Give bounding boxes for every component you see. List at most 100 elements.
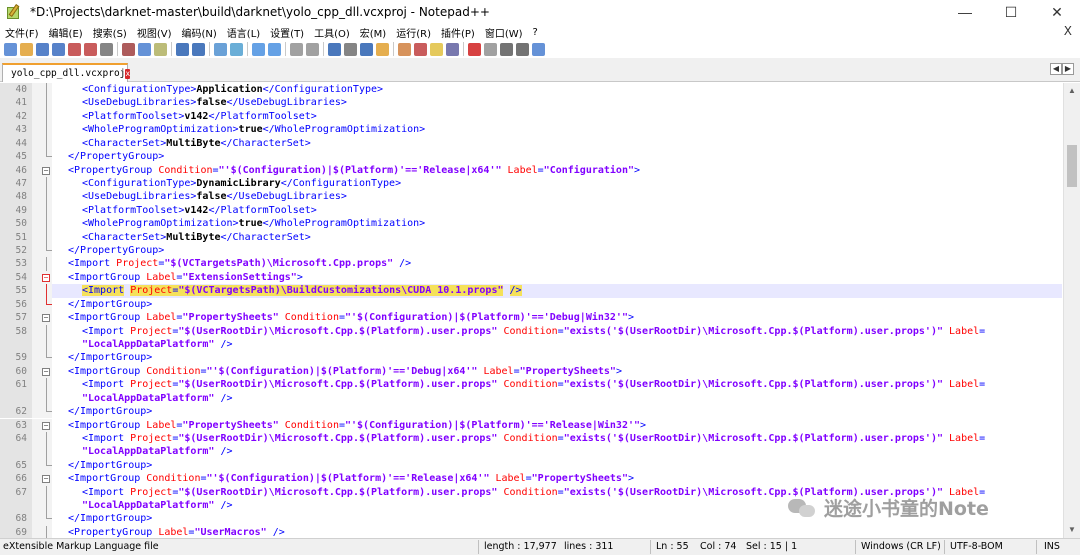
fold-margin[interactable] (32, 150, 52, 164)
fold-margin[interactable] (32, 525, 52, 538)
run-macro-icon[interactable] (516, 42, 529, 56)
fold-collapse-icon[interactable]: − (42, 367, 50, 376)
save-macro-icon[interactable] (532, 42, 545, 56)
new-file-icon[interactable] (4, 42, 17, 56)
code-line[interactable]: "LocalAppDataPlatform" /> (0, 391, 1062, 406)
fold-margin[interactable] (32, 190, 52, 204)
menu-settings[interactable]: 设置(T) (265, 25, 309, 40)
save-icon[interactable] (36, 42, 49, 56)
menu-encoding[interactable]: 编码(N) (177, 25, 222, 40)
menu-plugins[interactable]: 插件(P) (436, 25, 480, 40)
code-line[interactable]: 59 </ImportGroup> (0, 351, 1062, 365)
code-line[interactable]: 66 − <ImportGroup Condition="'$(Configurat… (0, 472, 1062, 486)
fold-margin[interactable] (32, 176, 52, 191)
code-line[interactable]: 45 </PropertyGroup> (0, 150, 1062, 164)
close-icon[interactable] (68, 42, 81, 56)
tab-yolo-cpp-dll-vcxproj[interactable]: yolo_cpp_dll.vcxproj x (2, 63, 131, 82)
code-line[interactable]: 63 − <ImportGroup Label="PropertySheets" C… (0, 418, 1062, 432)
fold-margin[interactable] (32, 83, 52, 97)
code-editor[interactable]: 40 <ConfigurationType>Application</Config… (0, 83, 1080, 538)
menu-tools[interactable]: 工具(O) (309, 25, 355, 40)
code-line[interactable]: 43 <WholeProgramOptimization>true</WholeP… (0, 123, 1062, 137)
menu-search[interactable]: 搜索(S) (88, 25, 132, 40)
find-icon[interactable] (214, 42, 227, 56)
menu-help[interactable]: ? (528, 27, 543, 38)
play-macro-icon[interactable] (500, 42, 513, 56)
fold-margin[interactable] (32, 337, 52, 352)
copy-icon[interactable] (138, 42, 151, 56)
stop-macro-icon[interactable] (484, 42, 497, 56)
fold-margin[interactable] (32, 109, 52, 124)
code-line[interactable]: 50 <WholeProgramOptimization>true</WholeP… (0, 217, 1062, 231)
fold-margin[interactable] (32, 203, 52, 218)
close-window-button[interactable]: ✕ (1034, 0, 1080, 24)
fold-collapse-icon[interactable]: − (42, 314, 50, 323)
fold-margin[interactable] (32, 378, 52, 392)
code-line[interactable]: "LocalAppDataPlatform" /> (0, 445, 1062, 459)
code-line[interactable]: 54 − <ImportGroup Label="ExtensionSettings… (0, 270, 1062, 285)
menu-language[interactable]: 语言(L) (222, 25, 265, 40)
code-line[interactable]: 60 − <ImportGroup Condition="'$(Configurat… (0, 364, 1062, 379)
sync-h-icon[interactable] (306, 42, 319, 56)
code-line[interactable]: 41 <UseDebugLibraries>false</UseDebugLibr… (0, 96, 1062, 110)
code-line[interactable]: 40 <ConfigurationType>Application</Config… (0, 83, 1062, 97)
fold-margin[interactable] (32, 244, 52, 258)
fold-margin[interactable] (32, 391, 52, 406)
indent-guide-icon[interactable] (360, 42, 373, 56)
code-line[interactable]: 65 </ImportGroup> (0, 458, 1062, 473)
fold-margin[interactable] (32, 96, 52, 110)
function-list-icon[interactable] (414, 42, 427, 56)
scroll-up-arrow-icon[interactable]: ▲ (1064, 83, 1080, 99)
code-line[interactable]: 69 <PropertyGroup Label="UserMacros" /> (0, 525, 1062, 538)
tab-close-icon[interactable]: x (125, 68, 131, 79)
redo-icon[interactable] (192, 42, 205, 56)
undo-icon[interactable] (176, 42, 189, 56)
close-document-button[interactable]: X (1064, 24, 1072, 38)
menu-view[interactable]: 视图(V) (132, 25, 177, 40)
vertical-scrollbar[interactable]: ▲ ▼ (1063, 83, 1080, 538)
fold-margin[interactable]: − (32, 311, 52, 325)
code-line[interactable]: 62 </ImportGroup> (0, 405, 1062, 419)
code-line[interactable]: 56 </ImportGroup> (0, 297, 1062, 312)
replace-icon[interactable] (230, 42, 243, 56)
word-wrap-icon[interactable] (328, 42, 341, 56)
fold-margin[interactable] (32, 351, 52, 365)
close-all-icon[interactable] (84, 42, 97, 56)
tab-scroll-right-button[interactable]: ▶ (1062, 63, 1074, 75)
fold-margin[interactable] (32, 512, 52, 526)
code-line[interactable]: 49 <PlatformToolset>v142</PlatformToolset… (0, 203, 1062, 218)
maximize-button[interactable]: ☐ (988, 0, 1034, 24)
code-line[interactable]: 64 <Import Project = "$(UserRootDir)\Micros… (0, 431, 1062, 446)
fold-margin[interactable] (32, 405, 52, 419)
open-file-icon[interactable] (20, 42, 33, 56)
fold-margin[interactable] (32, 499, 52, 513)
paste-icon[interactable] (154, 42, 167, 56)
code-line[interactable]: 57 − <ImportGroup Label="PropertySheets" C… (0, 311, 1062, 325)
doc-map-icon[interactable] (398, 42, 411, 56)
menu-macro[interactable]: 宏(M) (355, 25, 391, 40)
code-line[interactable]: 42 <PlatformToolset>v142</PlatformToolset… (0, 109, 1062, 124)
zoom-out-icon[interactable] (268, 42, 281, 56)
fold-margin[interactable]: − (32, 418, 52, 432)
fold-margin[interactable] (32, 257, 52, 271)
monitor-icon[interactable] (446, 42, 459, 56)
code-line[interactable]: 44 <CharacterSet>MultiByte</CharacterSet> (0, 136, 1062, 151)
udl-icon[interactable] (376, 42, 389, 56)
code-line[interactable]: 46 − <PropertyGroup Condition="'$(Configur… (0, 163, 1062, 177)
fold-margin[interactable] (32, 445, 52, 459)
code-line[interactable]: 58 <Import Project = "$(UserRootDir)\Micros… (0, 324, 1062, 338)
fold-collapse-icon[interactable]: − (42, 475, 50, 484)
fold-margin[interactable] (32, 217, 52, 231)
show-all-icon[interactable] (344, 42, 357, 56)
code-line[interactable]: 48 <UseDebugLibraries>false</UseDebugLibr… (0, 190, 1062, 204)
cut-icon[interactable] (122, 42, 135, 56)
scroll-down-arrow-icon[interactable]: ▼ (1064, 522, 1080, 538)
record-macro-icon[interactable] (468, 42, 481, 56)
fold-margin[interactable] (32, 284, 52, 298)
scrollbar-thumb[interactable] (1067, 145, 1077, 187)
fold-margin[interactable] (32, 230, 52, 245)
menu-file[interactable]: 文件(F) (0, 25, 44, 40)
code-line[interactable]: 53 <Import Project="$(VCTargetsPath)\Micr… (0, 257, 1062, 271)
fold-margin[interactable]: − (32, 364, 52, 379)
fold-margin[interactable]: − (32, 163, 52, 177)
